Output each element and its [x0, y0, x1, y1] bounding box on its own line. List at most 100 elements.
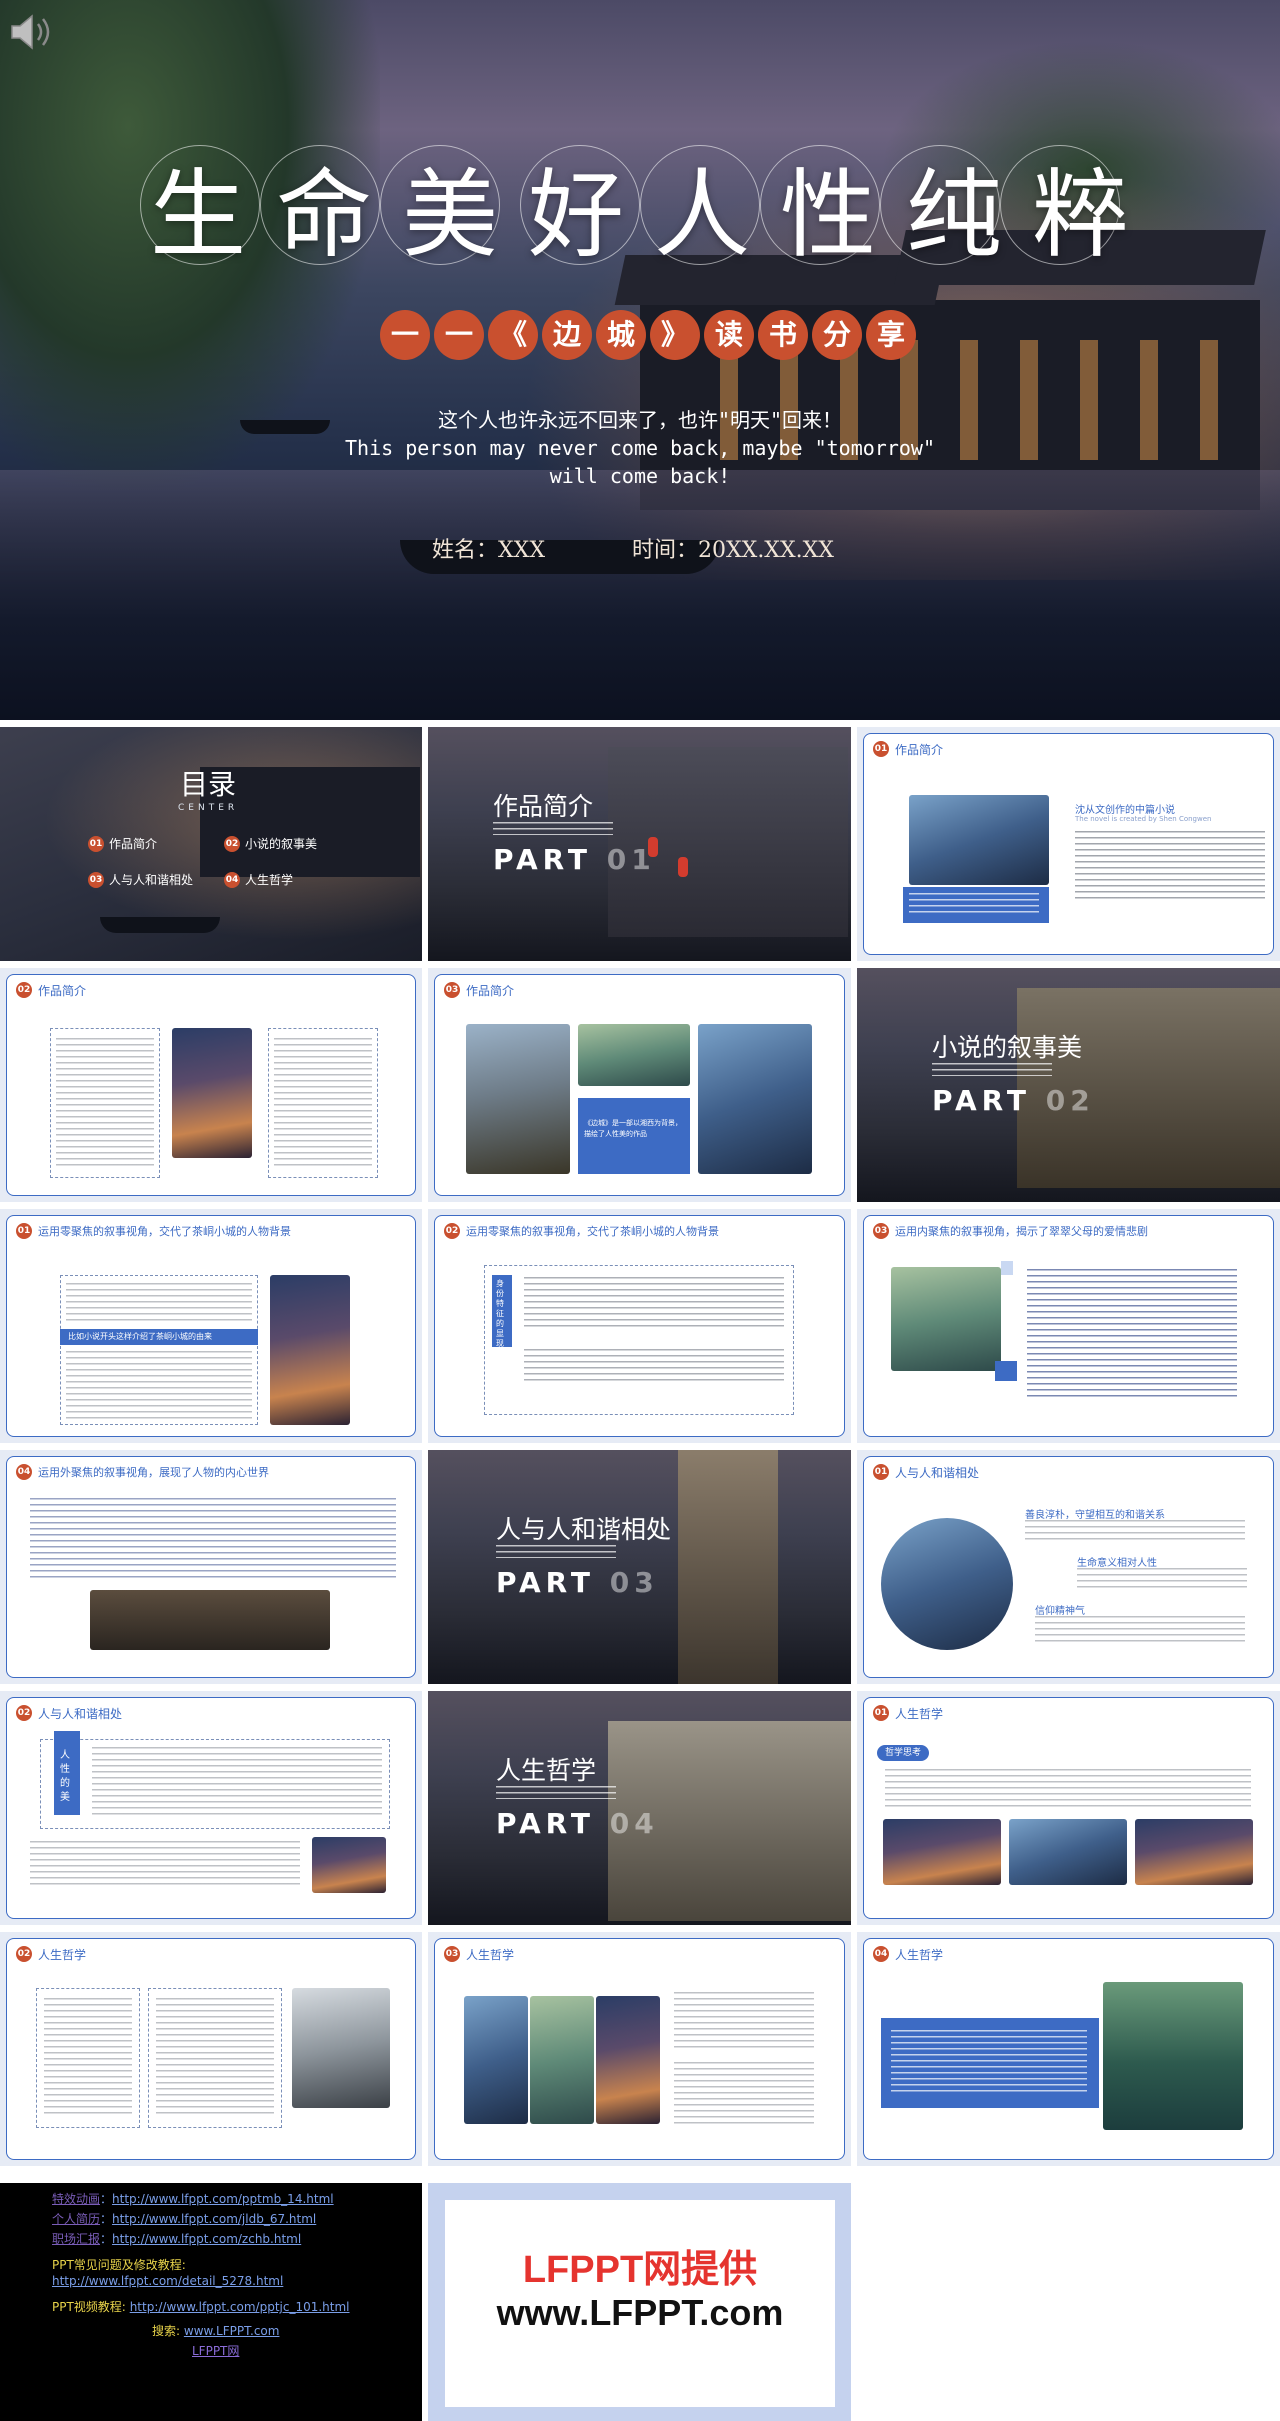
slide-photo — [891, 1267, 1001, 1371]
section-part: PART 01 — [493, 843, 656, 876]
subtitle-char: 享 — [866, 310, 916, 360]
section-title: 作品简介 — [493, 792, 594, 821]
link-url[interactable]: http://www.lfppt.com/jldb_67.html — [112, 2212, 316, 2226]
section-part: PART 03 — [496, 1566, 659, 1599]
search-row[interactable]: 搜索: www.LFPPT.com — [52, 2323, 422, 2339]
page: 生命美好人性纯粹 一 一 《 边 城 》 读 书 分 享 这个人也许永远不回来了… — [0, 0, 1280, 2421]
section-desc — [496, 1786, 616, 1799]
slide-heading: 人与人和谐相处 — [38, 1707, 123, 1721]
slide-16[interactable]: 02 人生哲学 — [0, 1932, 422, 2166]
slide-4[interactable]: 02 作品简介 — [0, 968, 422, 1202]
pagoda — [678, 1450, 778, 1684]
text-card-body — [274, 1038, 372, 1166]
toc-item-2[interactable]: 02 小说的叙事美 — [224, 835, 317, 852]
toc-label: 人与人和谐相处 — [109, 873, 194, 887]
link-label[interactable]: 特效动画 — [52, 2192, 100, 2206]
subtitle-char: 分 — [812, 310, 862, 360]
point-body — [1035, 1616, 1245, 1644]
toc-num: 02 — [224, 835, 240, 852]
slide-8[interactable]: 02 运用零聚焦的叙事视角，交代了茶峒小城的人物背景 身份特征的显现 — [428, 1209, 851, 1443]
slide-body — [674, 1992, 814, 2052]
folder-icon — [995, 1361, 1017, 1381]
slide-toc[interactable]: 目录 CENTER 01 作品简介 02 小说的叙事美 03 人与人和谐相处 04 人生… — [0, 727, 422, 961]
link-label[interactable]: 个人简历 — [52, 2212, 100, 2226]
slide-7[interactable]: 01 运用零聚焦的叙事视角，交代了茶峒小城的人物背景 比如小说开头这样介绍了茶峒… — [0, 1209, 422, 1443]
toc-item-4[interactable]: 04 人生哲学 — [224, 871, 293, 888]
slide-15[interactable]: 01 人生哲学 哲学思考 — [857, 1691, 1280, 1925]
slide-number-badge: 01 — [873, 741, 889, 757]
subtitle-char: 《 — [488, 310, 538, 360]
slide-photo — [464, 1996, 528, 2124]
subtitle-char: 城 — [596, 310, 646, 360]
slide-photo — [909, 795, 1049, 885]
slide-5[interactable]: 03 作品简介 《边城》是一部以湘西为背景，描绘了人性美的作品 — [428, 968, 851, 1202]
vertical-label: 人性的美 — [60, 1750, 70, 1803]
caption-text — [909, 893, 1039, 917]
links-panel: 特效动画：http://www.lfppt.com/pptmb_14.html … — [0, 2183, 422, 2421]
section-title: 人与人和谐相处 — [496, 1515, 672, 1544]
link-url[interactable]: http://www.lfppt.com/zchb.html — [112, 2232, 301, 2246]
section-title: 小说的叙事美 — [932, 1033, 1083, 1062]
slide-subheading-en: The novel is created by Shen Congwen — [1075, 815, 1212, 823]
slide-body — [1075, 831, 1265, 903]
slide-photo — [270, 1275, 350, 1425]
hero-quote-en: This person may never come back, maybe "… — [344, 436, 935, 460]
slide-10[interactable]: 04 运用外聚焦的叙事视角，展现了人物的内心世界 — [0, 1450, 422, 1684]
slide-body — [30, 1498, 396, 1578]
subtitle-char: 书 — [758, 310, 808, 360]
link-url[interactable]: http://www.lfppt.com/pptjc_101.html — [130, 2300, 350, 2314]
slide-number-badge: 04 — [873, 1946, 889, 1962]
toc-item-1[interactable]: 01 作品简介 — [88, 835, 157, 852]
slide-12[interactable]: 01 人与人和谐相处 善良淳朴，守望相互的和谐关系 生命意义相对人性 信仰精神气 — [857, 1450, 1280, 1684]
hero-quote-cn: 这个人也许永远不回来了，也许"明天"回来！ — [437, 408, 843, 432]
slide-number-badge: 03 — [873, 1223, 889, 1239]
search-name[interactable]: LFPPT网 — [192, 2344, 239, 2358]
link-row[interactable]: PPT视频教程: http://www.lfppt.com/pptjc_101.… — [52, 2299, 422, 2315]
slide-9[interactable]: 03 运用内聚焦的叙事视角，揭示了翠翠父母的爱情悲剧 — [857, 1209, 1280, 1443]
link-label: PPT视频教程: — [52, 2300, 126, 2314]
slide-number-badge: 01 — [873, 1464, 889, 1480]
slide-frame — [863, 1697, 1274, 1919]
speaker-icon[interactable] — [8, 12, 56, 52]
hero-time: 时间：20XX.XX.XX — [632, 538, 834, 563]
search-url[interactable]: www.LFPPT.com — [184, 2324, 280, 2338]
slide-photo — [883, 1819, 1001, 1885]
link-row[interactable]: 特效动画：http://www.lfppt.com/pptmb_14.html — [52, 2191, 422, 2207]
slide-photo — [466, 1024, 570, 1174]
part-label: PART — [493, 843, 593, 876]
slide-section-4[interactable]: 人生哲学 PART 04 — [428, 1691, 851, 1925]
slide-photo — [1135, 1819, 1253, 1885]
link-row[interactable]: 职场汇报：http://www.lfppt.com/zchb.html — [52, 2231, 422, 2247]
slide-photo — [1103, 1982, 1243, 2130]
toc-label: 小说的叙事美 — [245, 837, 318, 851]
vertical-label: 身份特征的显现 — [496, 1279, 504, 1348]
slide-18[interactable]: 04 人生哲学 — [857, 1932, 1280, 2166]
slide-3[interactable]: 01 作品简介 沈从文创作的中篇小说 The novel is created … — [857, 727, 1280, 961]
slide-17[interactable]: 03 人生哲学 — [428, 1932, 851, 2166]
link-label[interactable]: 职场汇报 — [52, 2232, 100, 2246]
link-url[interactable]: http://www.lfppt.com/detail_5278.html — [52, 2274, 283, 2288]
slide-heading: 运用零聚焦的叙事视角，交代了茶峒小城的人物背景 — [466, 1225, 719, 1238]
slide-photo-circle — [881, 1518, 1013, 1650]
part-num: 03 — [609, 1566, 659, 1599]
link-url[interactable]: http://www.lfppt.com/pptmb_14.html — [112, 2192, 334, 2206]
slide-section-3[interactable]: 人与人和谐相处 PART 03 — [428, 1450, 851, 1684]
slide-photo — [578, 1024, 690, 1086]
slide-section-2[interactable]: 小说的叙事美 PART 02 — [857, 968, 1280, 1202]
slide-section-1[interactable]: 作品简介 PART 01 — [428, 727, 851, 961]
slide-body — [885, 1769, 1251, 1807]
subtitle-char: 一 — [434, 310, 484, 360]
hero-slide[interactable]: 生命美好人性纯粹 一 一 《 边 城 》 读 书 分 享 这个人也许永远不回来了… — [0, 0, 1280, 720]
slide-heading: 人生哲学 — [38, 1948, 87, 1962]
slide-13[interactable]: 02 人与人和谐相处 人性的美 — [0, 1691, 422, 1925]
toc-item-3[interactable]: 03 人与人和谐相处 — [88, 871, 193, 888]
brand-line-1: LFPPT网提供 — [522, 2249, 758, 2291]
link-row[interactable]: http://www.lfppt.com/detail_5278.html — [52, 2273, 422, 2289]
slide-body — [30, 1841, 300, 1887]
slide-photo — [312, 1837, 386, 1893]
slide-number-badge: 01 — [16, 1223, 32, 1239]
slide-heading: 运用零聚焦的叙事视角，交代了茶峒小城的人物背景 — [38, 1225, 291, 1238]
link-row[interactable]: 个人简历：http://www.lfppt.com/jldb_67.html — [52, 2211, 422, 2227]
search-name-row[interactable]: LFPPT网 — [52, 2343, 422, 2359]
subtitle-band: 一 一 《 边 城 》 读 书 分 享 — [380, 310, 916, 366]
